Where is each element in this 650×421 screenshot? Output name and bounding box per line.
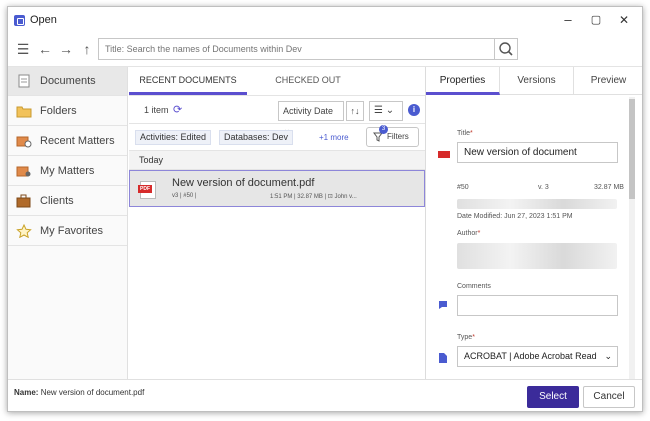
clients-icon xyxy=(16,194,31,208)
type-file-icon xyxy=(438,353,448,363)
sidebar-item-clients[interactable]: Clients xyxy=(8,187,127,216)
properties-pane: Properties Versions Preview Title* New v… xyxy=(425,67,642,379)
tab-properties[interactable]: Properties xyxy=(426,67,500,95)
group-header: Today xyxy=(129,150,425,170)
sidebar-item-my-matters[interactable]: My Matters xyxy=(8,157,127,186)
select-button[interactable]: Select xyxy=(527,386,579,408)
pdf-icon xyxy=(438,149,450,159)
pdf-file-icon xyxy=(138,181,156,199)
document-title: New version of document.pdf xyxy=(172,177,315,189)
author-label: Author* xyxy=(457,230,481,237)
recent-matters-icon xyxy=(16,136,32,148)
redacted-field xyxy=(457,199,617,209)
sidebar-item-label: Clients xyxy=(40,195,74,207)
view-mode-select[interactable]: ☰ ⌄ xyxy=(369,101,403,121)
toolbar: ☰ ← → ↑ xyxy=(8,33,642,67)
chevron-down-icon: ⌄ xyxy=(604,351,612,361)
sidebar-item-label: Recent Matters xyxy=(40,135,115,147)
minimize-button[interactable]: – xyxy=(557,11,579,29)
filter-chip-databases[interactable]: Databases: Dev xyxy=(219,130,294,145)
filter-count-badge: 3 xyxy=(379,125,388,134)
sidebar-item-documents[interactable]: Documents xyxy=(8,67,127,96)
close-button[interactable]: ✕ xyxy=(613,11,635,29)
scrollbar-thumb[interactable] xyxy=(629,99,635,199)
search-input[interactable] xyxy=(98,38,499,60)
title-bar: Open – ▢ ✕ xyxy=(8,7,642,33)
sidebar: Documents Folders Recent Matters My Matt… xyxy=(8,67,128,379)
document-meta-details: 1:51 PM | 32.87 MB | ⊡ John v... xyxy=(270,194,357,200)
tab-preview[interactable]: Preview xyxy=(574,67,642,95)
up-icon[interactable]: ↑ xyxy=(78,40,96,58)
date-modified: Date Modified: Jun 27, 2023 1:51 PM xyxy=(457,213,573,220)
maximize-button[interactable]: ▢ xyxy=(585,11,607,29)
open-dialog: Open – ▢ ✕ ☰ ← → ↑ Documents Folders Rec… xyxy=(7,6,643,412)
document-version: v. 3 xyxy=(538,184,549,191)
sidebar-item-my-favorites[interactable]: My Favorites xyxy=(8,217,127,246)
document-list-pane: RECENT DOCUMENTS CHECKED OUT DOCUMENTS 1… xyxy=(129,67,425,379)
window-title: Open xyxy=(30,14,57,26)
document-size: 32.87 MB xyxy=(594,184,624,191)
star-icon xyxy=(16,224,32,238)
sidebar-item-label: Documents xyxy=(40,75,96,87)
author-field[interactable] xyxy=(457,243,617,269)
item-count: 1 item xyxy=(144,105,169,115)
document-icon xyxy=(18,74,30,88)
menu-icon[interactable]: ☰ xyxy=(14,40,32,58)
comment-icon xyxy=(438,300,448,310)
search-icon xyxy=(499,42,513,56)
sidebar-item-label: My Favorites xyxy=(40,225,103,237)
tab-versions[interactable]: Versions xyxy=(500,67,574,95)
sidebar-item-label: Folders xyxy=(40,105,77,117)
refresh-icon[interactable]: ⟳ xyxy=(173,103,182,116)
properties-scrollbar[interactable] xyxy=(629,97,635,379)
filters-button[interactable]: 3 Filters xyxy=(366,125,419,147)
list-toolbar: 1 item ⟳ Activity Date ⌄ ↑↓ ☰ ⌄ i xyxy=(129,95,425,134)
tab-recent-documents[interactable]: RECENT DOCUMENTS xyxy=(129,67,247,95)
selected-name: Name: New version of document.pdf xyxy=(14,388,145,397)
sort-direction-button[interactable]: ↑↓ xyxy=(346,101,364,121)
sort-value: Activity Date xyxy=(283,106,334,116)
info-icon[interactable]: i xyxy=(408,104,420,116)
filters-button-label: Filters xyxy=(387,132,409,141)
footer-bar: Name: New version of document.pdf Select… xyxy=(8,379,642,411)
sidebar-item-recent-matters[interactable]: Recent Matters xyxy=(8,127,127,156)
back-icon[interactable]: ← xyxy=(36,40,54,58)
list-view-icon: ☰ xyxy=(374,105,383,116)
filter-bar: Activities: Edited Databases: Dev +1 mor… xyxy=(129,123,425,150)
sidebar-item-label: My Matters xyxy=(40,165,95,177)
type-label: Type* xyxy=(457,334,475,341)
document-meta: v3 | #50 | xyxy=(172,193,197,199)
document-number: #50 xyxy=(457,184,469,191)
tab-checked-out-documents[interactable]: CHECKED OUT DOCUMENTS xyxy=(249,67,367,111)
more-filters-link[interactable]: +1 more xyxy=(319,133,349,142)
filter-chip-activities[interactable]: Activities: Edited xyxy=(135,130,212,145)
folder-icon xyxy=(16,106,32,118)
forward-icon[interactable]: → xyxy=(57,40,75,58)
title-field[interactable]: New version of document xyxy=(457,142,618,163)
comments-label: Comments xyxy=(457,283,491,290)
title-label: Title* xyxy=(457,130,473,137)
list-item[interactable]: New version of document.pdf v3 | #50 | 1… xyxy=(129,170,425,207)
sort-select[interactable]: Activity Date ⌄ xyxy=(278,101,344,134)
search-button[interactable] xyxy=(494,38,518,60)
type-select[interactable]: ACROBAT | Adobe Acrobat Read ⌄ xyxy=(457,346,618,367)
sidebar-item-folders[interactable]: Folders xyxy=(8,97,127,126)
chevron-down-icon: ⌄ xyxy=(385,105,395,116)
app-icon xyxy=(14,15,25,26)
my-matters-icon xyxy=(16,166,31,177)
cancel-button[interactable]: Cancel xyxy=(583,386,635,408)
comments-field[interactable] xyxy=(457,295,618,316)
